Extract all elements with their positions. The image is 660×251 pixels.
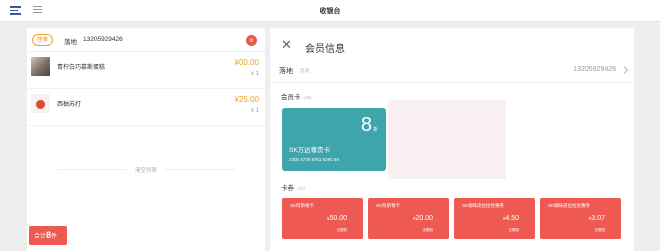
clear-list-link[interactable]: 清空列表 bbox=[27, 166, 265, 174]
cart-item-name: 青柠白巧慕斯蛋糕 bbox=[57, 65, 106, 71]
coupon-name: SK阿斯顿卡 bbox=[290, 203, 315, 208]
card-discount-value: 8 bbox=[360, 114, 372, 136]
member-card-label: 会员卡 bbox=[281, 94, 301, 101]
cart-item-qty: x 1 bbox=[250, 71, 259, 77]
coupon-amount: 50.00 bbox=[329, 215, 347, 222]
card-number: 2300 4730 9701 8291 94 bbox=[289, 157, 340, 162]
panel-title: 会员信息 bbox=[305, 44, 345, 55]
card-discount: 8折 bbox=[361, 114, 378, 137]
cart-item-price: ¥25.00 bbox=[234, 95, 259, 104]
coupon-list: SK阿斯顿卡 ¥50.00 无限制 SK阿斯顿卡 ¥20.00 无限制 SK咖啡… bbox=[282, 198, 626, 241]
coupon-amount: 4.50 bbox=[505, 215, 519, 222]
total-prefix: 合计 bbox=[34, 234, 47, 240]
card-name: SK万达尊贵卡 bbox=[289, 147, 331, 154]
chevron-right-icon bbox=[619, 65, 629, 75]
member-phone: 13205929426 bbox=[573, 66, 616, 73]
cart-item-price: ¥00.00 bbox=[234, 58, 259, 67]
customer-row: 挂单 落地 13205929426 × bbox=[27, 28, 265, 52]
card-slot-empty bbox=[388, 100, 506, 179]
coupon[interactable]: SK咖啡皮拉拉优惠券 ¥3.07 无限制 bbox=[540, 198, 621, 241]
coupon-restriction: 无限制 bbox=[422, 228, 434, 232]
coupon-edge bbox=[540, 237, 621, 241]
coupon-value: ¥50.00 bbox=[327, 215, 347, 222]
coupon-label: 卡券 bbox=[281, 185, 294, 192]
coupon-restriction: 无限制 bbox=[594, 228, 606, 232]
total-items-badge[interactable]: 合计8件 bbox=[29, 226, 67, 245]
customer-name: 落地 bbox=[64, 39, 77, 46]
member-card-count: (38) bbox=[303, 95, 312, 100]
coupon-value: ¥20.00 bbox=[413, 215, 433, 222]
member-card[interactable]: 8折 SK万达尊贵卡 2300 4730 9701 8291 94 bbox=[282, 108, 386, 171]
hold-order-tag[interactable]: 挂单 bbox=[32, 34, 53, 46]
cart-item[interactable]: 青柠白巧慕斯蛋糕 ¥00.00 x 1 bbox=[27, 53, 265, 89]
member-name: 落地 bbox=[279, 68, 293, 75]
product-thumbnail bbox=[31, 94, 50, 113]
coupon-restriction: 无限制 bbox=[508, 228, 520, 232]
cart-item-qty: x 1 bbox=[250, 108, 259, 114]
remove-customer-icon[interactable]: × bbox=[246, 35, 257, 46]
cart-panel: 挂单 落地 13205929426 × 青柠白巧慕斯蛋糕 ¥00.00 x 1 … bbox=[27, 28, 265, 251]
coupon-edge bbox=[282, 237, 363, 241]
member-level: 普通 bbox=[300, 68, 309, 73]
member-row[interactable]: 落地 普通 13205929426 bbox=[270, 59, 634, 83]
coupon-amount: 3.07 bbox=[591, 215, 605, 222]
cart-item[interactable]: 西柚苏打 ¥25.00 x 1 bbox=[27, 90, 265, 126]
cart-item-name: 西柚苏打 bbox=[57, 102, 82, 108]
coupon-section-title: 卡券 (43) bbox=[281, 182, 305, 192]
coupon-name: SK阿斯顿卡 bbox=[376, 203, 401, 208]
coupon[interactable]: SK阿斯顿卡 ¥20.00 无限制 bbox=[368, 198, 449, 241]
coupon[interactable]: SK阿斯顿卡 ¥50.00 无限制 bbox=[282, 198, 363, 241]
member-panel: ✕ 会员信息 落地 普通 13205929426 会员卡 (38) 8折 SK万达… bbox=[270, 28, 634, 251]
coupon-amount: 20.00 bbox=[415, 215, 433, 222]
coupon-restriction: 无限制 bbox=[336, 228, 348, 232]
coupon[interactable]: SK咖啡皮拉拉优惠券 ¥4.50 无限制 bbox=[454, 198, 535, 241]
customer-phone: 13205929426 bbox=[83, 36, 123, 43]
coupon-count: (43) bbox=[297, 186, 306, 191]
top-bar: 收银台 bbox=[0, 0, 660, 22]
total-suffix: 件 bbox=[51, 234, 58, 240]
coupon-value: ¥3.07 bbox=[589, 215, 605, 222]
coupon-name: SK咖啡皮拉拉优惠券 bbox=[462, 203, 505, 208]
coupon-edge bbox=[368, 237, 449, 241]
page-title: 收银台 bbox=[319, 8, 341, 15]
card-discount-unit: 折 bbox=[372, 127, 378, 133]
member-card-section-title: 会员卡 (38) bbox=[281, 91, 312, 101]
coupon-name: SK咖啡皮拉拉优惠券 bbox=[548, 203, 591, 208]
close-icon[interactable]: ✕ bbox=[281, 38, 292, 51]
coupon-value: ¥4.50 bbox=[503, 215, 519, 222]
product-thumbnail bbox=[31, 57, 50, 76]
coupon-edge bbox=[454, 237, 535, 241]
